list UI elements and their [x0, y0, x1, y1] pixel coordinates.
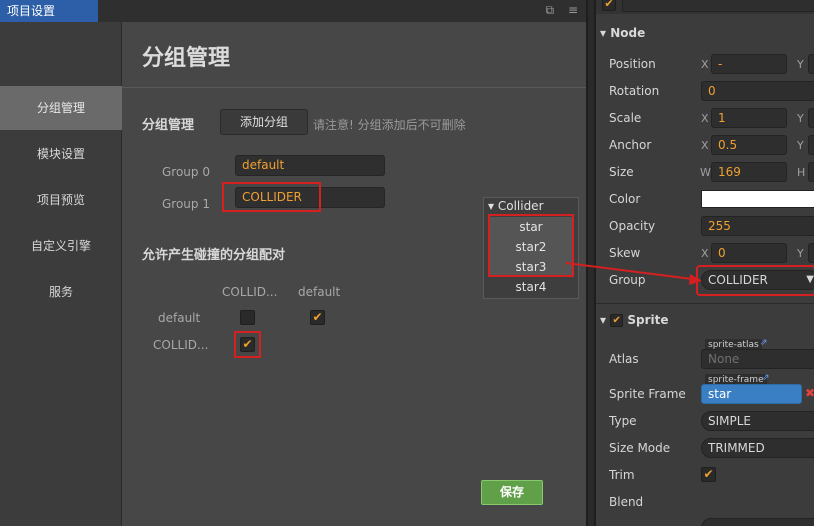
- annotation-arrow: [565, 262, 814, 296]
